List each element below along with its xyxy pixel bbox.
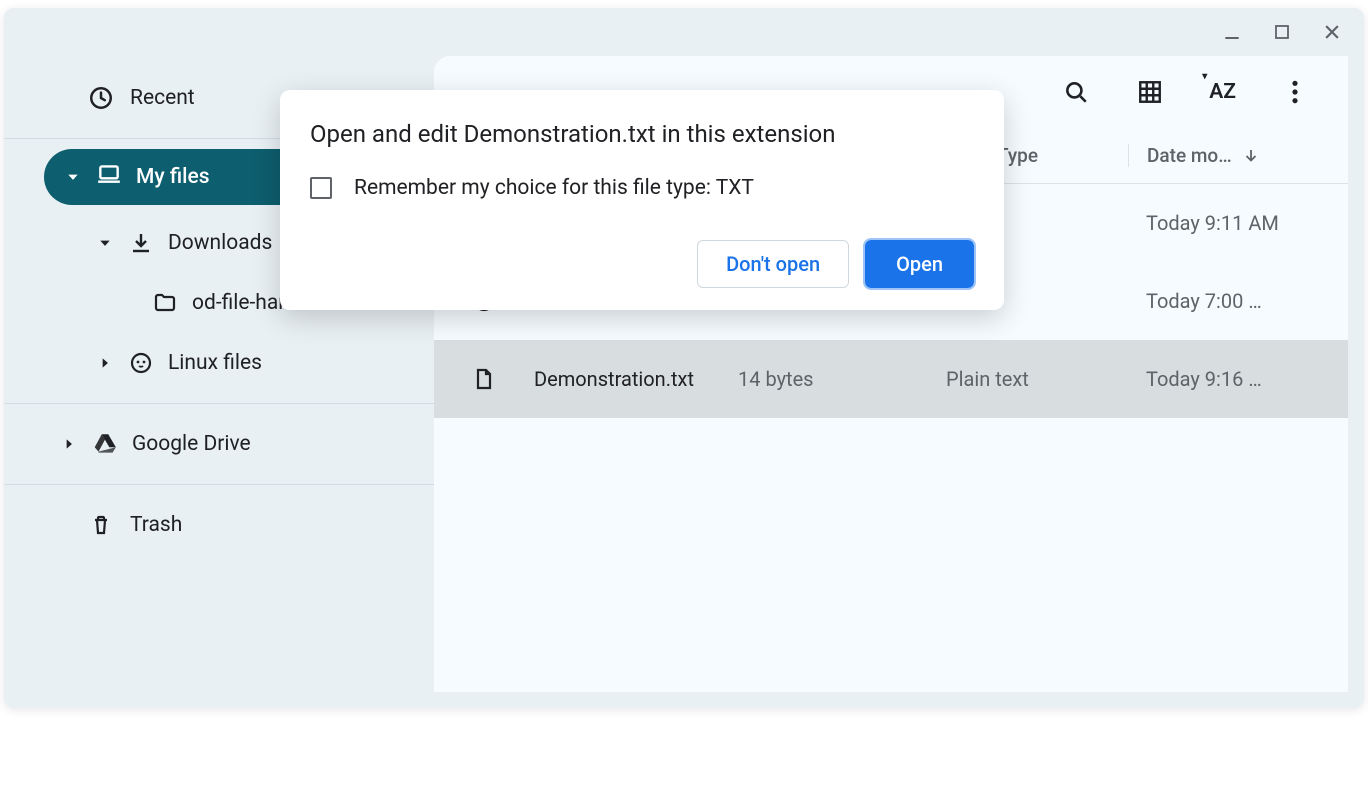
sidebar-item-label: Downloads: [168, 231, 272, 255]
trash-icon: [88, 512, 114, 538]
col-date[interactable]: Date mo…: [1128, 144, 1318, 167]
sidebar-item-label: Linux files: [168, 351, 262, 375]
chevron-down-icon: [96, 236, 114, 250]
chevron-right-icon: [60, 437, 78, 451]
more-button[interactable]: [1280, 77, 1310, 107]
download-icon: [128, 230, 154, 256]
laptop-icon: [96, 161, 122, 193]
sidebar-item-trash[interactable]: Trash: [4, 495, 434, 555]
divider: [4, 403, 434, 404]
grid-view-button[interactable]: [1135, 77, 1165, 107]
linux-icon: [128, 350, 154, 376]
close-button[interactable]: [1318, 18, 1346, 46]
folder-icon: [152, 290, 178, 316]
arrow-down-icon: [1242, 147, 1260, 165]
sidebar-item-google-drive[interactable]: Google Drive: [4, 414, 434, 474]
divider: [4, 484, 434, 485]
sidebar-item-linux-files[interactable]: Linux files: [4, 333, 434, 393]
open-button[interactable]: Open: [865, 240, 974, 288]
open-file-dialog: Open and edit Demonstration.txt in this …: [280, 90, 1004, 310]
chevron-right-icon: [96, 356, 114, 370]
maximize-button[interactable]: [1268, 18, 1296, 46]
sidebar-item-label: Google Drive: [132, 432, 251, 456]
remember-choice-row[interactable]: Remember my choice for this file type: T…: [310, 176, 974, 200]
chevron-down-icon: [64, 170, 82, 184]
remember-label: Remember my choice for this file type: T…: [354, 176, 754, 200]
dont-open-button[interactable]: Don't open: [697, 240, 849, 288]
cell-date: Today 9:16 …: [1128, 367, 1318, 391]
titlebar: [4, 8, 1364, 56]
minimize-button[interactable]: [1218, 18, 1246, 46]
sidebar-item-label: Recent: [130, 86, 195, 110]
google-drive-icon: [92, 431, 118, 457]
cell-type: Plain text: [928, 367, 1128, 391]
search-button[interactable]: [1061, 77, 1091, 107]
cell-date: Today 9:11 AM: [1128, 211, 1318, 235]
recent-icon: [88, 85, 114, 111]
cell-date: Today 7:00 …: [1128, 289, 1318, 313]
cell-name: Demonstration.txt: [534, 367, 738, 391]
table-row[interactable]: Demonstration.txt14 bytesPlain textToday…: [434, 340, 1348, 418]
files-app-window: Recent My files Downloads: [4, 8, 1364, 708]
file-icon: [434, 367, 534, 391]
sidebar-item-label: My files: [136, 165, 210, 189]
checkbox-icon[interactable]: [310, 177, 332, 199]
sort-button[interactable]: A▾Z: [1209, 77, 1236, 107]
cell-size: 14 bytes: [738, 367, 928, 391]
sidebar-item-label: Trash: [130, 513, 182, 537]
dialog-title: Open and edit Demonstration.txt in this …: [310, 120, 974, 148]
